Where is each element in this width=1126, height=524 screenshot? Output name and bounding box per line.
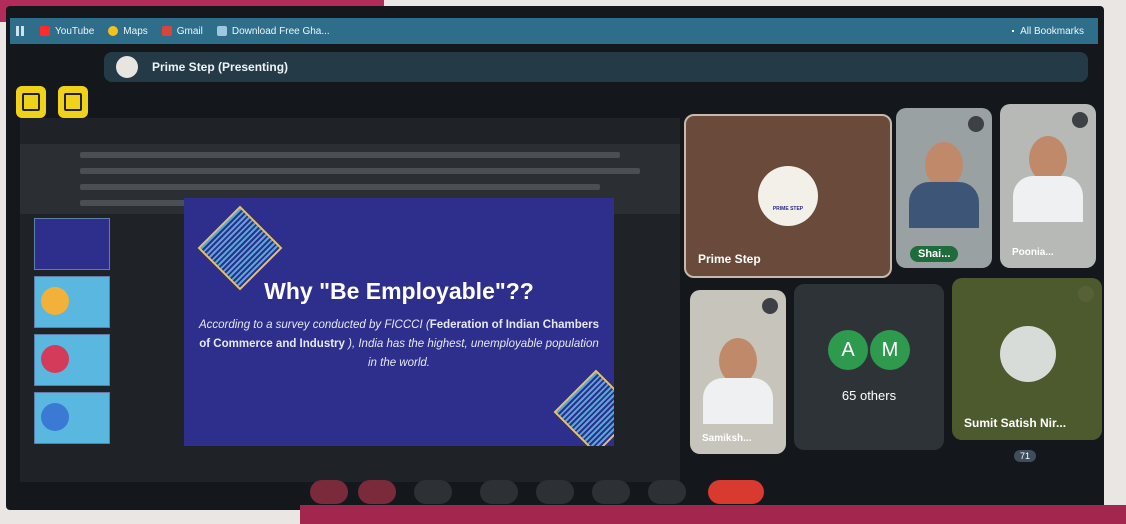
current-slide: Why "Be Employable"?? According to a sur… (184, 198, 614, 446)
slide-title: Why "Be Employable"?? (264, 278, 534, 304)
presenter-logo-icon (116, 56, 138, 78)
participant-name: Poonia... (1012, 247, 1054, 258)
ribbon-tools[interactable] (80, 184, 600, 190)
layout-button[interactable] (58, 86, 88, 118)
participant-tile[interactable]: Poonia... (1000, 104, 1096, 268)
participant-avatar (1000, 326, 1056, 382)
more-options-button[interactable] (592, 480, 630, 504)
mic-off-icon (762, 298, 778, 314)
participant-count-badge[interactable]: 71 (1014, 450, 1037, 462)
page-icon (216, 26, 227, 36)
mic-button[interactable] (310, 480, 348, 504)
present-button[interactable] (536, 480, 574, 504)
slide-thumbnails (34, 218, 114, 450)
meeting-title: Prime Step (Presenting) (152, 60, 289, 74)
ribbon-tools[interactable] (80, 168, 640, 174)
slide-thumbnail[interactable] (34, 218, 110, 270)
participant-name: Samiksh... (702, 433, 752, 444)
slide-thumbnail[interactable] (34, 392, 110, 444)
raise-hand-button[interactable] (480, 480, 518, 504)
presentation-window: Why "Be Employable"?? According to a sur… (20, 118, 680, 482)
maps-icon (108, 26, 119, 36)
all-bookmarks-label: All Bookmarks (1020, 25, 1084, 37)
bookmark-label: YouTube (55, 25, 95, 37)
gmail-icon (161, 26, 172, 36)
bookmark-label: Download Free Gha... (231, 25, 330, 37)
presenter-tile[interactable]: PRIME STEP Prime Step (684, 114, 892, 278)
participant-avatar: M (870, 330, 910, 370)
participant-video (909, 142, 979, 228)
slide-thumbnail[interactable] (34, 276, 110, 328)
participant-video (703, 338, 773, 424)
captions-icon (22, 93, 40, 111)
captions-button[interactable] (16, 86, 46, 118)
folder-icon (1012, 30, 1015, 32)
participant-tile[interactable]: Sumit Satish Nir... (952, 278, 1102, 440)
layout-icon (64, 93, 82, 111)
participant-name: Prime Step (698, 252, 761, 266)
others-tile[interactable]: A M 65 others (794, 284, 944, 450)
emoji-button[interactable] (648, 480, 686, 504)
slide-decoration (553, 369, 614, 446)
mic-off-icon (1078, 286, 1094, 302)
bookmark-label: Maps (123, 25, 148, 37)
participant-tile[interactable]: Samiksh... (690, 290, 786, 454)
participant-video (1013, 136, 1083, 222)
slide-thumbnail[interactable] (34, 334, 110, 386)
end-call-button[interactable] (708, 480, 764, 504)
prime-step-logo: PRIME STEP (758, 166, 818, 226)
others-count: 65 others (841, 388, 897, 403)
bookmark-download[interactable]: Download Free Gha... (216, 25, 330, 37)
participant-name: Shai... (910, 246, 959, 262)
ribbon-tabs[interactable] (80, 152, 620, 158)
meeting-title-bar: Prime Step (Presenting) (104, 52, 1088, 82)
bookmark-youtube[interactable]: YouTube (40, 26, 94, 37)
participant-tile[interactable]: Shai... (896, 108, 992, 268)
participant-name: Sumit Satish Nir... (964, 416, 1067, 430)
bookmark-maps[interactable]: Maps (108, 25, 148, 37)
captions-control[interactable] (414, 480, 452, 504)
participant-avatar: A (828, 330, 868, 370)
bookmark-gmail[interactable]: Gmail (161, 25, 203, 37)
youtube-icon (40, 26, 50, 36)
all-bookmarks[interactable]: All Bookmarks (1012, 26, 1084, 37)
logo-text: PRIME STEP (772, 206, 804, 212)
mic-off-icon (1072, 112, 1088, 128)
poster-bottom-banner (300, 505, 1126, 524)
bookmarks-bar: YouTube Maps Gmail Download Free Gha... … (10, 18, 1098, 44)
camera-button[interactable] (358, 480, 396, 504)
meeting-controls (310, 474, 830, 504)
apps-grid-icon[interactable] (16, 26, 26, 36)
slide-body: According to a survey conducted by FICCC… (198, 319, 600, 369)
mic-off-icon (968, 116, 984, 132)
bookmark-label: Gmail (176, 25, 203, 37)
